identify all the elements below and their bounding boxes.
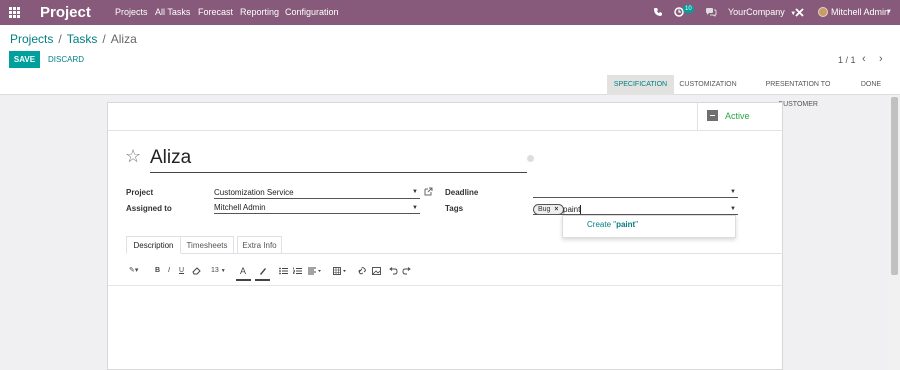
bullet-list-icon[interactable] — [279, 267, 288, 275]
user-avatar — [818, 7, 828, 17]
create-tag-option[interactable]: Create "paint" — [587, 220, 638, 229]
user-menu-chevron-icon[interactable]: ▼ — [886, 9, 892, 15]
company-switcher[interactable]: YourCompany ▼ — [728, 6, 796, 20]
activity-count-badge: 10 — [683, 5, 694, 13]
highlight-color-indicator — [255, 279, 270, 281]
text-color-button[interactable]: A — [240, 266, 246, 276]
italic-button[interactable]: I — [168, 266, 170, 276]
archive-icon — [707, 110, 718, 121]
deadline-label: Deadline — [445, 188, 479, 197]
project-field[interactable]: Customization Service — [214, 187, 420, 199]
menu-all-tasks[interactable]: All Tasks — [155, 7, 190, 18]
tag-chip-label: Bug — [538, 206, 551, 213]
description-editor[interactable] — [108, 286, 782, 370]
breadcrumb: Projects / Tasks / Aliza — [10, 32, 137, 47]
external-link-icon[interactable] — [424, 187, 433, 196]
style-dropdown-icon[interactable]: ✎▾ — [129, 266, 138, 276]
paragraph-align-icon[interactable] — [308, 267, 322, 275]
top-navbar: Project Projects All Tasks Forecast Repo… — [0, 0, 900, 25]
assigned-dropdown-icon[interactable]: ▼ — [412, 205, 418, 211]
app-brand: Project — [40, 4, 91, 21]
table-icon[interactable] — [333, 267, 347, 275]
menu-forecast[interactable]: Forecast — [198, 7, 233, 18]
underline-button[interactable]: U — [179, 266, 184, 276]
menu-reporting[interactable]: Reporting — [240, 7, 279, 18]
tab-description[interactable]: Description — [126, 236, 181, 254]
breadcrumb-tasks[interactable]: Tasks — [67, 32, 98, 46]
font-size-caret-icon: ▼ — [220, 268, 226, 274]
user-menu[interactable]: Mitchell Admin — [831, 6, 889, 18]
project-label: Project — [126, 188, 154, 197]
link-icon[interactable] — [358, 267, 367, 275]
assigned-to-field[interactable]: Mitchell Admin — [214, 202, 420, 214]
font-size-dropdown[interactable]: 13 ▼ — [211, 266, 226, 276]
text-color-indicator — [236, 279, 251, 281]
breadcrumb-separator: / — [102, 32, 106, 46]
tab-timesheets[interactable]: Timesheets — [181, 236, 234, 254]
kanban-state-dot[interactable] — [527, 155, 534, 162]
menu-projects[interactable]: Projects — [115, 7, 148, 18]
task-name-input[interactable]: Aliza — [150, 146, 527, 173]
tab-extra-info[interactable]: Extra Info — [237, 236, 282, 254]
numbered-list-icon[interactable] — [293, 267, 302, 275]
tags-dropdown-icon[interactable]: ▼ — [730, 206, 736, 212]
project-dropdown-icon[interactable]: ▼ — [412, 189, 418, 195]
image-icon[interactable] — [372, 267, 381, 275]
tag-remove-icon[interactable]: × — [554, 206, 558, 213]
stage-customization[interactable]: CUSTOMIZATION — [676, 75, 740, 95]
breadcrumb-separator: / — [58, 32, 62, 46]
redo-icon[interactable] — [402, 267, 411, 275]
create-term: paint — [616, 220, 636, 229]
text-cursor — [580, 205, 581, 214]
apps-menu-icon[interactable] — [9, 7, 20, 18]
discard-button[interactable]: DISCARD — [48, 51, 84, 68]
stage-done[interactable]: DONE — [855, 75, 887, 95]
assigned-to-label: Assigned to — [126, 204, 172, 213]
breadcrumb-current: Aliza — [110, 32, 137, 46]
breadcrumb-projects[interactable]: Projects — [10, 32, 53, 46]
tags-input[interactable]: paint — [563, 204, 580, 215]
font-size-value: 13 — [211, 267, 219, 274]
stage-specification[interactable]: SPECIFICATION — [607, 75, 674, 95]
star-icon[interactable]: ☆ — [125, 146, 141, 166]
pager-value[interactable]: 1 / 1 — [838, 55, 856, 65]
pager-previous-icon[interactable]: ‹ — [862, 53, 866, 65]
pager-next-icon[interactable]: › — [879, 53, 883, 65]
stage-presentation[interactable]: PRESENTATION TO CUSTOMER — [746, 75, 850, 108]
company-name: YourCompany — [728, 7, 785, 17]
debug-tools-icon[interactable] — [795, 8, 804, 17]
eraser-icon[interactable] — [192, 267, 201, 275]
messages-icon[interactable] — [705, 7, 717, 17]
deadline-field[interactable] — [533, 186, 738, 198]
save-button[interactable]: SAVE — [9, 51, 40, 68]
menu-configuration[interactable]: Configuration — [285, 7, 339, 18]
create-prefix: Create " — [587, 220, 617, 229]
scrollbar-thumb[interactable] — [891, 97, 898, 275]
highlight-brush-icon[interactable] — [258, 266, 268, 276]
phone-icon[interactable] — [653, 7, 663, 17]
undo-icon[interactable] — [389, 267, 398, 275]
button-box-divider — [108, 130, 782, 131]
active-status-label: Active — [725, 111, 750, 121]
bold-button[interactable]: B — [155, 266, 160, 276]
create-suffix: " — [635, 220, 639, 229]
tags-label: Tags — [445, 204, 464, 213]
deadline-dropdown-icon[interactable]: ▼ — [730, 189, 736, 195]
tag-chip: Bug × — [533, 204, 564, 215]
